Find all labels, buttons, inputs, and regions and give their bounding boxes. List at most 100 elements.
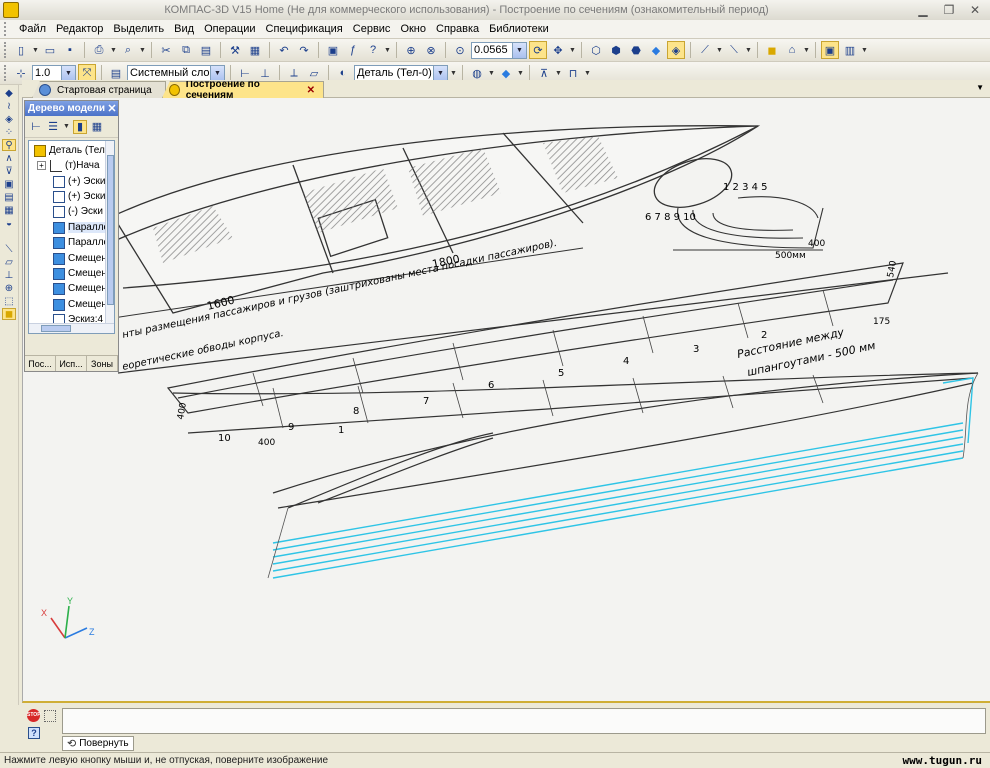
selection-filters-icon[interactable]: ⊽: [2, 165, 16, 177]
part-combo-arrow[interactable]: ▼: [433, 65, 447, 81]
perspective-icon[interactable]: ⟋: [696, 41, 714, 59]
tab-start-page[interactable]: Стартовая страница: [32, 81, 166, 98]
preview-dropdown-arrow[interactable]: ▼: [139, 47, 146, 54]
layer-combo[interactable]: Системный слой (0) ▼: [127, 64, 225, 82]
expand-icon[interactable]: +: [37, 161, 46, 170]
tab-loft-section[interactable]: Построение по сечениям ✕: [162, 81, 324, 98]
toolbar-grip[interactable]: [4, 42, 8, 58]
section-icon[interactable]: ⟍: [725, 41, 743, 59]
diagnostics-icon[interactable]: ▣: [2, 178, 16, 190]
tree-preview-icon[interactable]: ▦: [90, 120, 104, 134]
tree-item-offset-plane-3[interactable]: Смещен: [53, 281, 107, 296]
orient-dropdown-arrow[interactable]: ▼: [569, 47, 576, 54]
tree-item-sketch-2[interactable]: (+) Эски: [53, 189, 105, 204]
table-icon[interactable]: ▦: [246, 41, 264, 59]
save-icon[interactable]: ▪: [61, 41, 79, 59]
tree-view-icon[interactable]: ▮: [73, 119, 87, 134]
menu-service[interactable]: Сервис: [348, 23, 396, 35]
snap-toggle-icon[interactable]: [44, 710, 56, 722]
menu-select[interactable]: Выделить: [108, 23, 169, 35]
layer-combo-arrow[interactable]: ▼: [210, 65, 224, 81]
zoom-combo-arrow[interactable]: ▼: [512, 42, 526, 58]
scroll-thumb[interactable]: [107, 155, 114, 305]
help-dropdown-arrow[interactable]: ▼: [384, 47, 391, 54]
preview-icon[interactable]: ⌕: [119, 41, 137, 59]
zoom-window-icon[interactable]: ⊕: [402, 41, 420, 59]
spec-icon[interactable]: ▥: [841, 41, 859, 59]
thin-lines-icon[interactable]: ⬣: [627, 41, 645, 59]
open-folder-icon[interactable]: ▭: [41, 41, 59, 59]
tree-item-offset-plane-4[interactable]: Смещен: [53, 297, 107, 312]
perspective-dropdown-arrow[interactable]: ▼: [716, 47, 723, 54]
edit-details-icon[interactable]: ◆: [2, 87, 16, 99]
minimize-button[interactable]: ▁: [914, 3, 932, 17]
measure-dropdown-arrow[interactable]: ▼: [584, 70, 591, 77]
tree-vertical-scrollbar[interactable]: [105, 141, 114, 333]
edit-assembly-icon[interactable]: ▦: [2, 204, 16, 216]
paste-icon[interactable]: ▤: [197, 41, 215, 59]
zoom-fit-icon[interactable]: ⊗: [422, 41, 440, 59]
axis-tool-icon[interactable]: ⊥: [2, 269, 16, 281]
menu-window[interactable]: Окно: [395, 23, 431, 35]
tree-order-dropdown-arrow[interactable]: ▼: [63, 123, 70, 130]
menu-view[interactable]: Вид: [169, 23, 199, 35]
help-icon[interactable]: ?: [28, 727, 40, 739]
properties-icon[interactable]: ⚒: [226, 41, 244, 59]
tab-build[interactable]: Пос...: [25, 356, 56, 371]
menu-grip[interactable]: [4, 22, 8, 36]
manager-icon[interactable]: ▣: [324, 41, 342, 59]
rotate-icon[interactable]: ⟳: [529, 41, 547, 59]
model-tree[interactable]: Деталь (Тел + (т)Нача (+) Эски (+) Эски …: [28, 140, 115, 334]
library-icon[interactable]: ▣: [821, 41, 839, 59]
point-tool-icon[interactable]: ⊕: [2, 282, 16, 294]
zoom-icon[interactable]: ⊙: [451, 41, 469, 59]
tabs-menu-arrow[interactable]: ▼: [976, 83, 984, 92]
arrays-icon[interactable]: ⁘: [2, 126, 16, 138]
rotate-tab[interactable]: ⟲ Повернуть: [62, 736, 134, 751]
section-dropdown-arrow[interactable]: ▼: [745, 47, 752, 54]
zoom-combo[interactable]: 0.0565 ▼: [471, 41, 527, 59]
print-icon[interactable]: ⎙: [90, 41, 108, 59]
menu-specification[interactable]: Спецификация: [261, 23, 348, 35]
tab-close-icon[interactable]: ✕: [307, 85, 315, 96]
color-dropdown-arrow[interactable]: ▼: [488, 70, 495, 77]
help-pointer-icon[interactable]: ?: [364, 41, 382, 59]
copy-icon[interactable]: ⧉: [177, 41, 195, 59]
appearance-dropdown-arrow[interactable]: ▼: [517, 70, 524, 77]
aux-geometry-icon[interactable]: ⚲: [2, 139, 16, 151]
tree-item-origin[interactable]: + (т)Нача: [37, 158, 100, 173]
redo-icon[interactable]: ↷: [295, 41, 313, 59]
assembly-dropdown-arrow[interactable]: ▼: [803, 47, 810, 54]
tree-horizontal-scrollbar[interactable]: [29, 323, 114, 333]
menu-operations[interactable]: Операции: [199, 23, 260, 35]
close-button[interactable]: ✕: [966, 3, 984, 17]
toolbar-overflow-arrow[interactable]: ▼: [450, 70, 457, 77]
tree-item-part[interactable]: Деталь (Тел: [34, 143, 105, 158]
part-combo[interactable]: Деталь (Тел-0) ▼: [354, 64, 448, 82]
line-icon[interactable]: ⟍: [2, 243, 16, 255]
model-tree-close-icon[interactable]: ✕: [106, 102, 118, 115]
menu-libraries[interactable]: Библиотеки: [484, 23, 554, 35]
tree-item-parallel-plane-2[interactable]: Паралле: [53, 235, 109, 250]
hidden-lines-icon[interactable]: ⬢: [607, 41, 625, 59]
cut-icon[interactable]: ✂: [157, 41, 175, 59]
spec-dropdown-arrow[interactable]: ▼: [861, 47, 868, 54]
sheet-metal-icon[interactable]: ▤: [2, 191, 16, 203]
tree-item-offset-plane-1[interactable]: Смещен: [53, 251, 107, 266]
restore-button[interactable]: ❐: [940, 3, 958, 17]
tree-item-sketch-3[interactable]: (-) Эски: [53, 204, 103, 219]
plane-tool-icon[interactable]: ▱: [2, 256, 16, 268]
tree-item-parallel-plane-1[interactable]: Паралле: [53, 220, 110, 235]
surfaces-icon[interactable]: ◈: [2, 113, 16, 125]
print-dropdown-arrow[interactable]: ▼: [110, 47, 117, 54]
toolbar-grip-2[interactable]: [4, 65, 8, 81]
tab-zones[interactable]: Зоны: [87, 356, 118, 371]
menu-help[interactable]: Справка: [431, 23, 484, 35]
scroll-thumb[interactable]: [41, 325, 71, 332]
spatial-curves-icon[interactable]: ≀: [2, 100, 16, 112]
step-combo-arrow[interactable]: ▼: [61, 65, 75, 81]
menu-edit[interactable]: Редактор: [51, 23, 108, 35]
orient-icon[interactable]: ✥: [549, 41, 567, 59]
model-viewport[interactable]: 1800 1600 нты размещения пассажиров и гр…: [22, 98, 990, 703]
undo-icon[interactable]: ↶: [275, 41, 293, 59]
